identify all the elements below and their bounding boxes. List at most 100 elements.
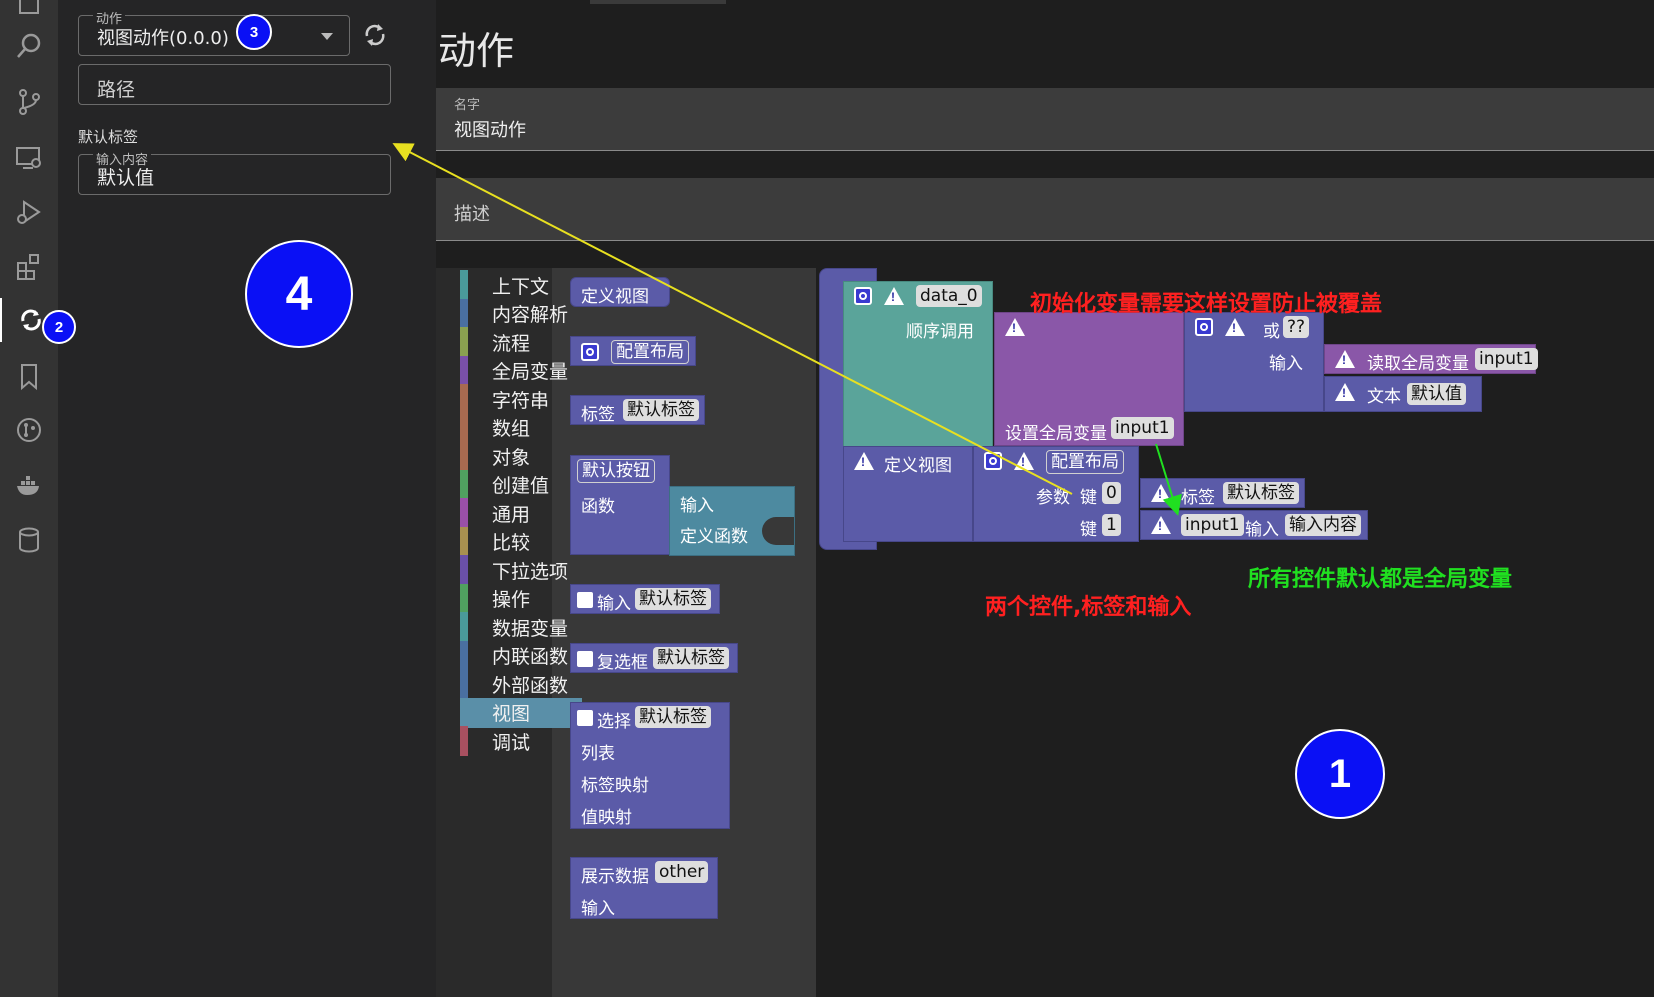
or-input-label: 输入 <box>1269 354 1303 374</box>
key0-value[interactable]: 0 <box>1102 482 1121 504</box>
display-data-block[interactable]: 展示数据 other 输入 <box>570 857 718 919</box>
text-block[interactable]: 文本 默认值 <box>1324 376 1482 412</box>
category-color-swatch <box>460 384 468 414</box>
config-layout-block[interactable]: 配置布局 <box>570 336 696 366</box>
category-item[interactable]: 字符串 <box>460 384 582 414</box>
label-block-label: 标签 <box>581 405 615 425</box>
annotation-green: 所有控件默认都是全局变量 <box>1248 567 1513 592</box>
config-layout-label: 配置布局 <box>611 340 689 364</box>
input-content-value: 默认值 <box>97 167 155 189</box>
ws-input-var[interactable]: input1 <box>1181 514 1244 536</box>
category-item[interactable]: 全局变量 <box>460 355 582 386</box>
checkbox-icon[interactable] <box>577 710 593 726</box>
category-item[interactable]: 对象 <box>460 441 582 471</box>
data-variable-block[interactable]: data_0 顺序调用 <box>843 281 993 447</box>
docker-icon[interactable] <box>0 464 58 508</box>
select-value-map-label: 值映射 <box>581 808 632 828</box>
category-item[interactable]: 通用 <box>460 498 582 528</box>
category-item[interactable]: 上下文 <box>460 270 582 300</box>
ws-input-block[interactable]: input1 输入 输入内容 <box>1140 510 1368 540</box>
data-var-name[interactable]: data_0 <box>916 285 982 307</box>
checkbox-block-label: 复选框 <box>597 653 648 673</box>
ws-input-label: 输入 <box>1245 520 1279 540</box>
git-graph-icon[interactable] <box>0 408 58 452</box>
key-label: 键 <box>1080 488 1097 508</box>
category-color-swatch <box>460 469 468 500</box>
search-icon[interactable] <box>0 24 58 68</box>
checkbox-block[interactable]: 复选框 默认标签 <box>570 643 738 673</box>
gear-icon[interactable] <box>854 287 872 305</box>
config-layout-workspace-block[interactable]: 配置布局 参数 键 0 键 1 <box>973 446 1139 542</box>
path-input[interactable]: 路径 <box>78 64 391 105</box>
path-input-placeholder: 路径 <box>97 79 136 101</box>
extensions-icon[interactable] <box>0 244 58 288</box>
source-control-icon[interactable] <box>0 80 58 124</box>
category-item[interactable]: 下拉选项 <box>460 555 582 585</box>
key1-value[interactable]: 1 <box>1102 514 1121 536</box>
select-block-label: 选择 <box>597 712 631 732</box>
read-global-block[interactable]: 读取全局变量 input1 <box>1324 344 1538 374</box>
text-value[interactable]: 默认值 <box>1407 383 1466 405</box>
define-view-workspace-block[interactable]: 定义视图 <box>843 446 973 542</box>
or-block[interactable]: 或 ?? 输入 <box>1184 312 1324 412</box>
gear-icon[interactable] <box>581 343 599 361</box>
category-item[interactable]: 内容解析 <box>460 298 582 329</box>
select-block[interactable]: 选择 默认标签 列表 标签映射 值映射 <box>570 702 730 829</box>
category-color-swatch <box>460 669 468 699</box>
name-field[interactable]: 名字 视图动作 <box>436 88 1654 151</box>
default-button-block[interactable]: 默认按钮 函数 <box>570 455 670 555</box>
or-value[interactable]: ?? <box>1283 316 1310 338</box>
read-global-var[interactable]: input1 <box>1475 348 1538 370</box>
category-item[interactable]: 流程 <box>460 327 582 357</box>
warning-icon <box>1225 318 1245 336</box>
run-debug-icon[interactable] <box>0 190 58 234</box>
display-data-value[interactable]: other <box>655 861 709 883</box>
category-item[interactable]: 外部函数 <box>460 669 582 699</box>
category-item[interactable]: 数组 <box>460 412 582 443</box>
set-global-block[interactable]: 设置全局变量 input1 <box>994 312 1184 446</box>
action-select[interactable]: 动作 视图动作(0.0.0) <box>78 8 350 56</box>
database-icon[interactable] <box>0 518 58 562</box>
category-color-swatch <box>460 355 468 386</box>
checkbox-block-value[interactable]: 默认标签 <box>653 647 729 669</box>
checkbox-icon[interactable] <box>577 651 593 667</box>
ws-label-block[interactable]: 标签 默认标签 <box>1140 478 1305 508</box>
define-function-block[interactable]: 输入 定义函数 <box>669 486 795 556</box>
bookmark-icon[interactable] <box>0 354 58 398</box>
category-item[interactable]: 操作 <box>460 583 582 614</box>
define-view-label: 定义视图 <box>581 287 649 307</box>
input-content-field[interactable]: 输入内容 默认值 <box>78 149 391 195</box>
category-item[interactable]: 视图 <box>460 697 582 728</box>
explorer-icon[interactable] <box>0 0 58 24</box>
ws-label-value[interactable]: 默认标签 <box>1223 482 1299 504</box>
warning-icon <box>884 287 904 305</box>
select-list-label: 列表 <box>581 744 615 764</box>
warning-icon <box>1151 516 1171 534</box>
gear-icon[interactable] <box>984 452 1002 470</box>
checkbox-icon[interactable] <box>577 592 593 608</box>
refresh-icon[interactable] <box>362 22 388 48</box>
display-data-label: 展示数据 <box>581 867 649 887</box>
category-item[interactable]: 内联函数 <box>460 640 582 671</box>
category-item[interactable]: 调试 <box>460 726 582 756</box>
description-field[interactable]: 描述 <box>436 178 1654 241</box>
category-label: 调试 <box>492 731 531 754</box>
category-item[interactable]: 数据变量 <box>460 612 582 642</box>
category-label: 字符串 <box>492 389 550 412</box>
set-global-var[interactable]: input1 <box>1111 417 1174 439</box>
gear-icon[interactable] <box>1195 318 1213 336</box>
select-block-value[interactable]: 默认标签 <box>635 706 711 728</box>
input-block[interactable]: 输入 默认标签 <box>570 584 720 614</box>
category-color-swatch <box>460 270 468 300</box>
input-block-value[interactable]: 默认标签 <box>635 588 711 610</box>
remote-explorer-icon[interactable] <box>0 136 58 180</box>
category-color-swatch <box>460 612 468 642</box>
define-view-block[interactable]: 定义视图 <box>570 277 670 307</box>
label-block[interactable]: 标签 默认标签 <box>570 395 705 425</box>
category-color-swatch <box>460 697 468 728</box>
category-item[interactable]: 比较 <box>460 526 582 557</box>
label-block-value[interactable]: 默认标签 <box>623 399 699 421</box>
ws-input-value[interactable]: 输入内容 <box>1285 514 1361 536</box>
category-color-swatch <box>460 298 468 329</box>
category-item[interactable]: 创建值 <box>460 469 582 500</box>
